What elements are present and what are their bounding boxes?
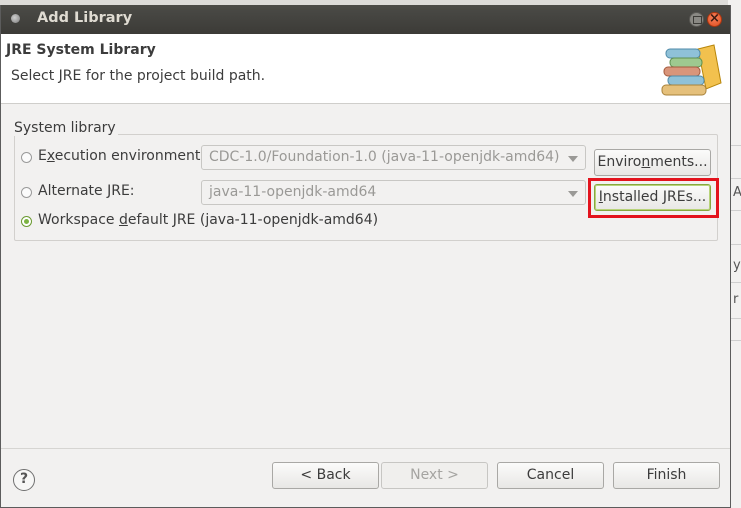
wizard-header: JRE System Library Select JRE for the pr… xyxy=(1,34,730,104)
group-label: System library xyxy=(12,120,118,136)
window-title: Add Library xyxy=(37,10,133,26)
execution-environment-radio[interactable] xyxy=(21,152,32,163)
cancel-button[interactable]: Cancel xyxy=(497,462,604,489)
title-bar[interactable]: Add Library × xyxy=(1,5,730,34)
help-icon[interactable]: ? xyxy=(13,469,35,491)
combo-value: CDC-1.0/Foundation-1.0 (java-11-openjdk-… xyxy=(209,149,560,165)
environments-button[interactable]: Environments... xyxy=(594,149,711,176)
alternate-jre-label[interactable]: Alternate JRE: xyxy=(38,183,135,199)
execution-environment-label[interactable]: Execution environment: xyxy=(38,148,205,164)
combo-value: java-11-openjdk-amd64 xyxy=(209,184,377,200)
back-button[interactable]: < Back xyxy=(272,462,379,489)
background-text-fragment: A xyxy=(733,185,741,200)
background-text-fragment: r xyxy=(733,292,739,307)
maximize-button[interactable] xyxy=(689,12,704,27)
close-button[interactable]: × xyxy=(707,11,722,27)
workspace-default-label[interactable]: Workspace default JRE (java-11-openjdk-a… xyxy=(38,212,378,228)
chevron-down-icon xyxy=(568,156,578,162)
add-library-dialog: Add Library × JRE System Library Select … xyxy=(0,5,731,508)
window-menu-icon[interactable] xyxy=(11,14,20,23)
alternate-jre-combo[interactable]: java-11-openjdk-amd64 xyxy=(201,180,586,205)
alternate-jre-radio[interactable] xyxy=(21,187,32,198)
highlight-box xyxy=(588,178,719,218)
workspace-default-radio[interactable] xyxy=(21,216,32,227)
library-books-icon xyxy=(661,44,722,96)
next-button[interactable]: Next > xyxy=(381,462,488,489)
close-icon: × xyxy=(709,11,720,26)
footer-separator xyxy=(1,448,730,449)
page-title: JRE System Library xyxy=(6,42,156,58)
execution-environment-combo[interactable]: CDC-1.0/Foundation-1.0 (java-11-openjdk-… xyxy=(201,145,586,170)
page-description: Select JRE for the project build path. xyxy=(11,68,266,84)
background-text-fragment: y xyxy=(733,258,741,273)
chevron-down-icon xyxy=(568,191,578,197)
finish-button[interactable]: Finish xyxy=(613,462,720,489)
